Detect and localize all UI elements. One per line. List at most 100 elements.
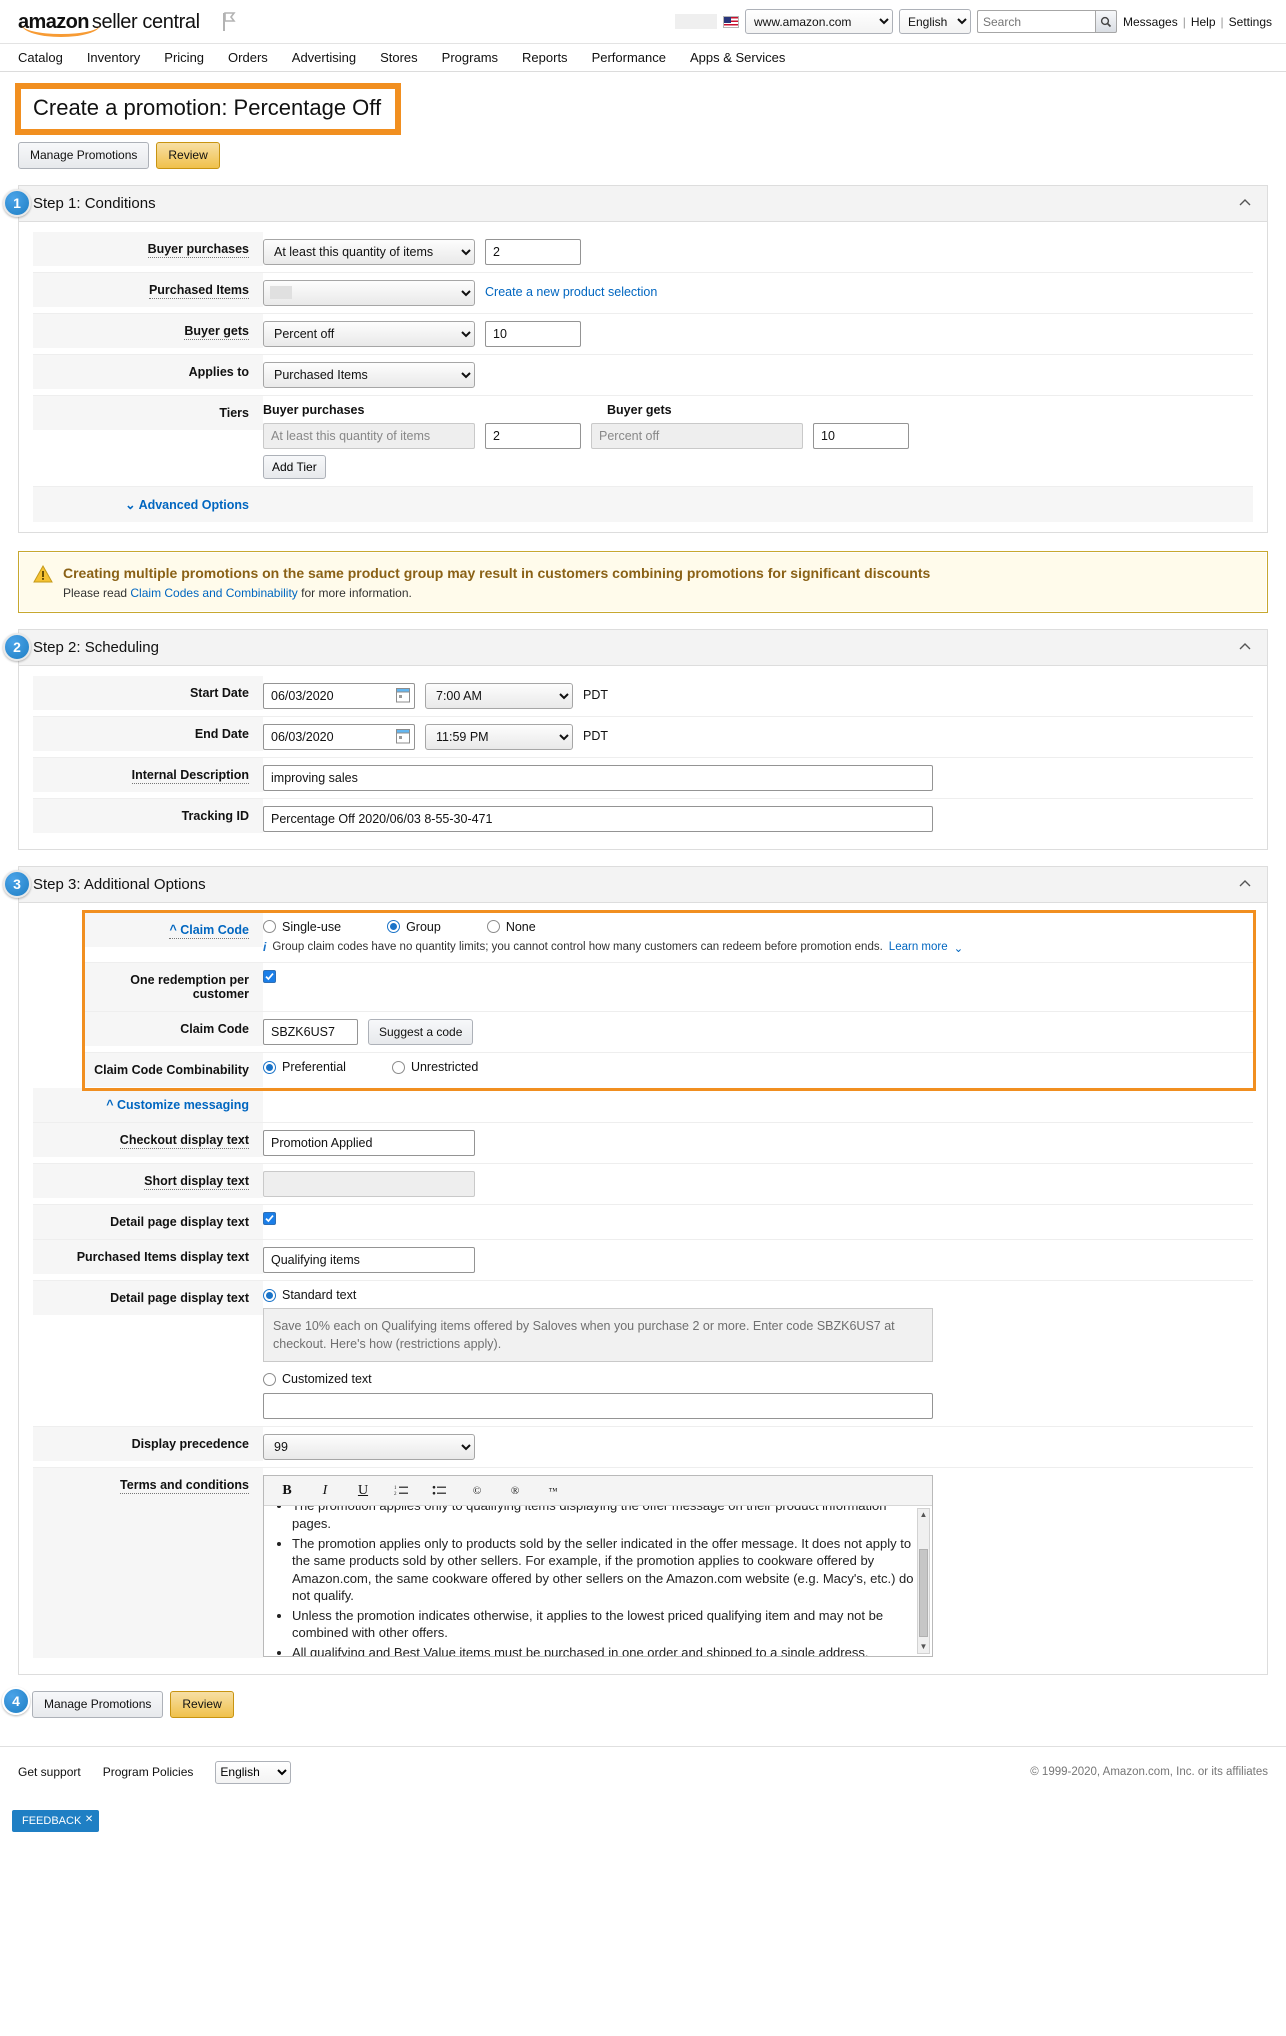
language-select[interactable]: English [899,9,971,34]
review-button-bottom[interactable]: Review [170,1691,234,1718]
row-claim-code-options: ^ Claim Code Single-use Group None i Gro… [85,912,1253,963]
nav-apps-services[interactable]: Apps & Services [690,50,785,65]
customize-messaging-toggle[interactable]: ^ Customize messaging [106,1098,249,1112]
start-date-calendar-icon[interactable] [396,687,410,706]
terms-editor-scrollbar[interactable]: ▲ ▼ [917,1508,930,1655]
top-header-bar: amazon seller central www.amazon.com Eng… [0,0,1286,44]
nav-pricing[interactable]: Pricing [164,50,204,65]
radio-customized-text[interactable] [263,1372,276,1386]
search-button[interactable] [1095,10,1117,33]
feedback-button[interactable]: FEEDBACK ✕ [12,1809,100,1832]
tier-gets-value-input[interactable] [813,422,909,449]
claim-code-info-text: Group claim codes have no quantity limit… [272,940,883,953]
get-support-link[interactable]: Get support [18,1765,81,1779]
radio-single-use[interactable] [263,920,276,934]
radio-standard-text-selected[interactable] [263,1288,276,1302]
add-tier-button[interactable]: Add Tier [263,454,326,479]
claim-code-toggle[interactable]: ^ Claim Code [169,922,249,939]
program-policies-link[interactable]: Program Policies [103,1765,194,1779]
rte-ordered-list-icon[interactable]: 12 [382,1477,420,1505]
end-date-input[interactable] [263,723,415,750]
purchased-items-select[interactable]: 刷 [263,279,475,306]
scrollbar-thumb[interactable] [919,1549,928,1638]
one-redemption-checkbox[interactable] [263,969,276,983]
claim-code-radio-group: Single-use Group None [263,920,536,934]
end-time-select[interactable]: 11:59 PM [425,723,573,750]
tier-buyer-purchases-placeholder[interactable]: At least this quantity of items [263,422,475,449]
terms-editor-content[interactable]: The promotion applies only to qualifying… [264,1506,932,1656]
claim-code-option-group[interactable]: Group [387,920,441,934]
detail-page-display-checkbox[interactable] [263,1212,276,1226]
label-unrestricted: Unrestricted [410,1060,479,1075]
suggest-a-code-button[interactable]: Suggest a code [368,1018,474,1046]
nav-inventory[interactable]: Inventory [87,50,140,65]
settings-link[interactable]: Settings [1229,15,1272,29]
rte-trademark-icon[interactable]: ™ [534,1477,572,1505]
nav-reports[interactable]: Reports [522,50,568,65]
radio-group-selected[interactable] [387,920,401,934]
page-title: Create a promotion: Percentage Off [33,95,382,120]
tier-quantity-input[interactable] [485,422,581,449]
manage-promotions-button-bottom[interactable]: Manage Promotions [32,1691,164,1718]
rte-unordered-list-icon[interactable] [420,1477,458,1505]
label-internal-description: Internal Description [131,767,249,784]
scroll-up-arrow-icon[interactable]: ▲ [918,1509,929,1521]
scroll-down-arrow-icon[interactable]: ▼ [918,1641,929,1653]
radio-preferential-selected[interactable] [263,1060,276,1074]
buyer-gets-select[interactable]: Percent off [263,320,475,347]
nav-stores[interactable]: Stores [380,50,418,65]
rte-registered-icon[interactable]: ® [496,1477,534,1505]
step1-collapse-chevron-up-icon[interactable] [1239,197,1251,209]
nav-programs[interactable]: Programs [442,50,498,65]
learn-more-link[interactable]: Learn more [889,941,948,953]
end-date-calendar-icon[interactable] [396,728,410,747]
nav-advertising[interactable]: Advertising [292,50,356,65]
radio-none[interactable] [486,920,500,934]
display-precedence-select[interactable]: 99 [263,1434,475,1461]
nav-orders[interactable]: Orders [228,50,268,65]
review-button-top[interactable]: Review [156,142,220,169]
buyer-purchases-select[interactable]: At least this quantity of items [263,238,475,265]
customized-text-input[interactable] [263,1393,933,1420]
amazon-wordmark: amazon [18,10,100,37]
step2-collapse-chevron-up-icon[interactable] [1239,641,1251,653]
messages-link[interactable]: Messages [1123,15,1178,29]
footer-language-select[interactable]: English [215,1760,292,1784]
rte-copyright-icon[interactable]: © [458,1477,496,1505]
claim-code-option-single-use[interactable]: Single-use [263,920,341,934]
combinability-option-unrestricted[interactable]: Unrestricted [391,1060,479,1075]
help-link[interactable]: Help [1191,15,1216,29]
checkout-display-text-input[interactable] [263,1130,475,1157]
tracking-id-input[interactable] [263,805,933,832]
short-display-text-input[interactable] [263,1171,475,1198]
claim-codes-combinability-link[interactable]: Claim Codes and Combinability [130,586,297,600]
marketplace-select[interactable]: www.amazon.com [745,9,893,34]
create-new-product-selection-link[interactable]: Create a new product selection [485,285,657,299]
nav-performance[interactable]: Performance [592,50,666,65]
advanced-options-toggle[interactable]: ⌄ Advanced Options [125,498,249,512]
start-date-input[interactable] [263,682,415,709]
amazon-seller-central-logo[interactable]: amazon seller central [18,10,200,37]
combinability-option-preferential[interactable]: Preferential [263,1060,346,1074]
start-time-select[interactable]: 7:00 AM [425,682,573,709]
rte-italic-button[interactable]: I [306,1477,344,1505]
claim-code-option-none[interactable]: None [486,920,536,934]
nav-catalog[interactable]: Catalog [18,50,63,65]
applies-to-select[interactable]: Purchased Items [263,361,475,388]
buyer-gets-value-input[interactable] [485,320,581,347]
claim-code-input[interactable] [263,1018,358,1045]
search-input[interactable] [977,10,1095,33]
row-checkout-display-text: Checkout display text [33,1123,1253,1165]
feedback-close-icon[interactable]: ✕ [85,1814,93,1825]
rte-underline-button[interactable]: U [344,1477,382,1505]
tier-buyer-gets-placeholder[interactable]: Percent off [591,422,803,449]
step3-collapse-chevron-up-icon[interactable] [1239,878,1251,890]
buyer-purchases-quantity-input[interactable] [485,238,581,265]
manage-promotions-button-top[interactable]: Manage Promotions [18,142,150,169]
standard-text-option[interactable]: Standard text [263,1288,356,1302]
rte-bold-button[interactable]: B [268,1477,306,1505]
internal-description-input[interactable] [263,764,933,791]
customized-text-option[interactable]: Customized text [263,1372,372,1386]
purchased-items-display-text-input[interactable] [263,1247,475,1274]
radio-unrestricted[interactable] [391,1060,405,1074]
